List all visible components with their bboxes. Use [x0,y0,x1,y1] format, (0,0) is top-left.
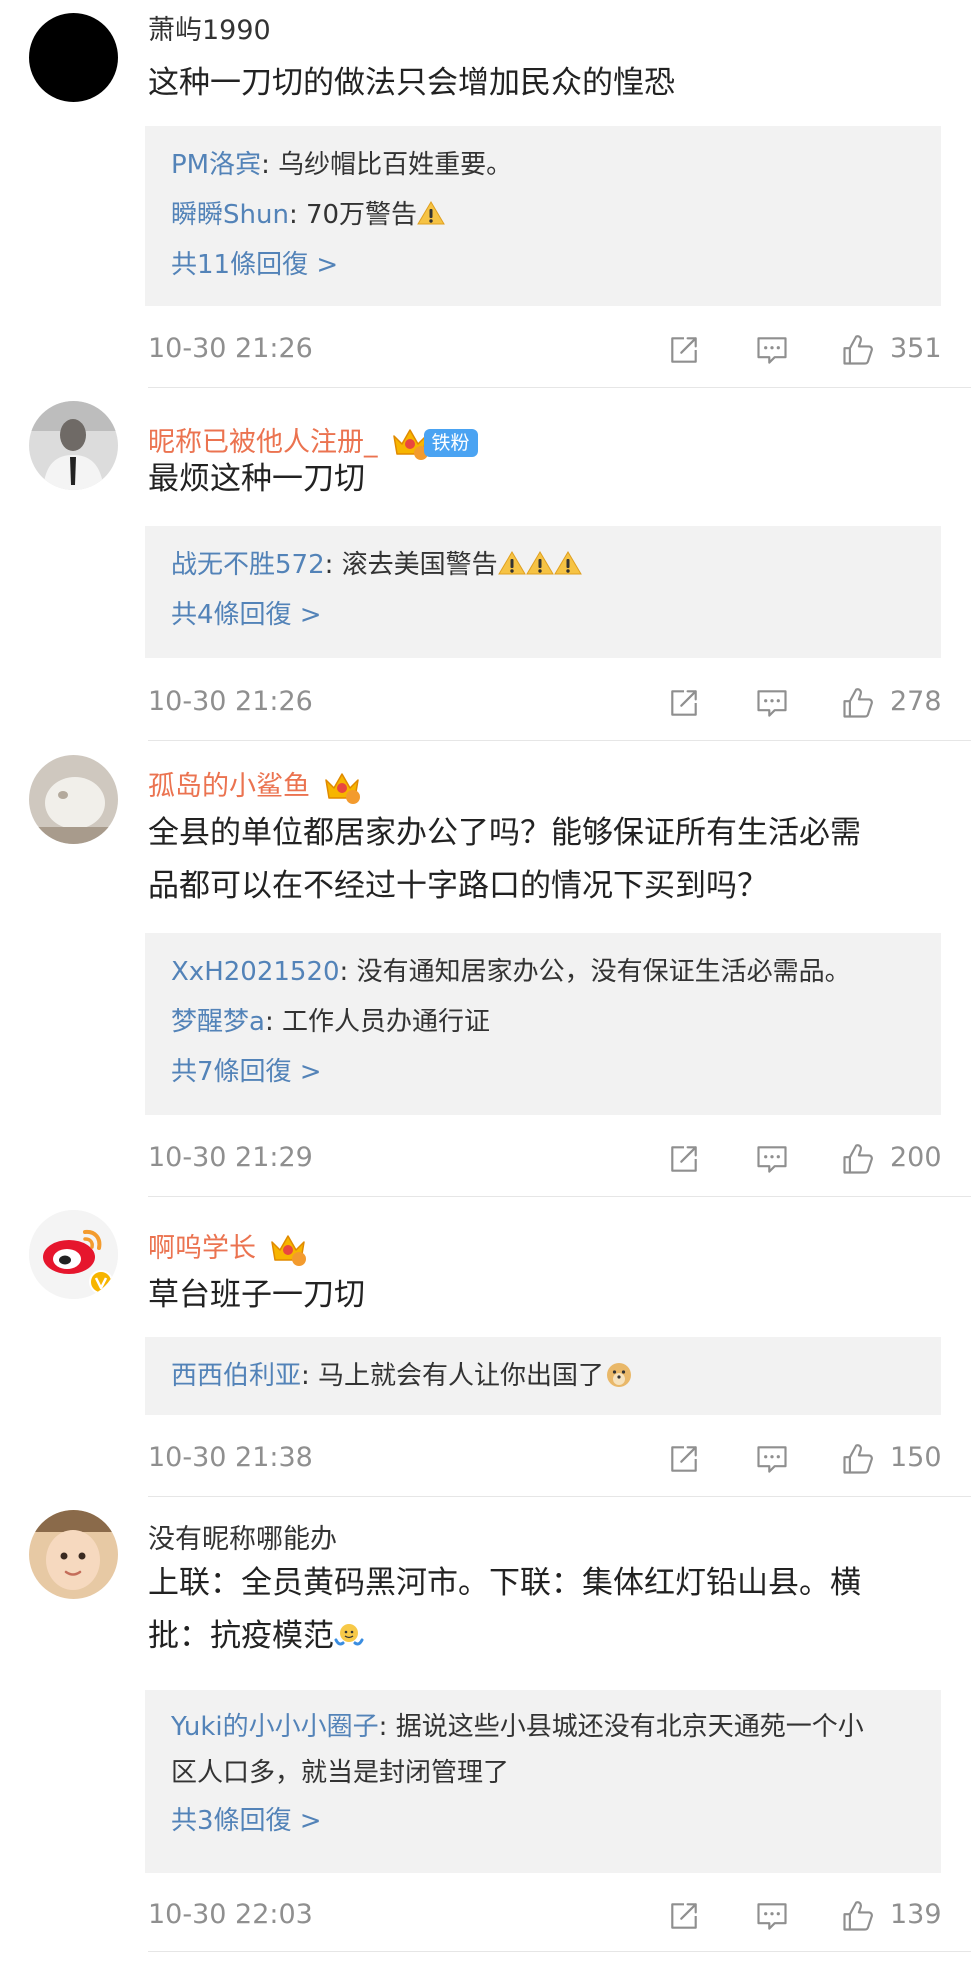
reply-preview[interactable]: 西西伯利亚: 马上就会有人让你出国了 [145,1337,941,1415]
avatar[interactable] [29,1210,118,1299]
like-count: 150 [890,1442,942,1473]
comment-meta: 10-30 21:38 150 [148,1438,942,1478]
reply-line: 战无不胜572: 滚去美国警告 [171,540,915,590]
reply-line: 区人口多，就当是封闭管理了 [171,1758,510,1788]
comment-text-segment: 批：抗疫模范 [148,1618,334,1654]
like-icon[interactable] [838,1141,878,1177]
avatar[interactable] [29,13,118,102]
comment-text: 草台班子一刀切 [148,1277,365,1313]
username[interactable]: 萧屿1990 [148,14,271,48]
comment-text: 上联：全员黄码黑河市。下联：集体红灯铅山县。横 批：抗疫模范 [148,1557,938,1663]
reply-text: : 70万警告 [288,200,418,230]
comment-text-line: 全县的单位都居家办公了吗？能够保证所有生活必需 [148,815,861,851]
reply-username[interactable]: 西西伯利亚 [171,1361,301,1391]
reply-preview[interactable]: PM洛宾: 乌纱帽比百姓重要。 瞬瞬Shun: 70万警告 共11條回復 > [145,126,941,306]
comment-icon[interactable] [752,332,792,368]
like-count: 351 [890,333,942,364]
warning-icon [554,550,582,576]
warning-icon [526,550,554,576]
comment-icon[interactable] [752,1441,792,1477]
comment-icon[interactable] [752,1141,792,1177]
warning-icon [498,550,526,576]
timestamp: 10-30 21:29 [148,1142,313,1173]
comment-author[interactable]: 孤岛的小鲨鱼 [148,768,362,806]
username[interactable]: 啊呜学长 [148,1232,256,1266]
reply-text: : 马上就会有人让你出国了 [301,1361,605,1391]
timestamp: 10-30 21:38 [148,1442,313,1473]
crown-icon [322,768,362,806]
reply-text: : 没有通知居家办公，没有保证生活必需品。 [339,957,851,987]
username[interactable]: 孤岛的小鲨鱼 [148,770,310,804]
comment-meta: 10-30 21:26 351 [148,329,942,369]
crown-icon [268,1230,308,1268]
reply-text: : 据说这些小县城还没有北京天通苑一个小 [378,1712,864,1742]
like-count: 200 [890,1142,942,1173]
timestamp: 10-30 22:03 [148,1899,313,1930]
reply-username[interactable]: XxH2021520 [171,957,340,987]
username[interactable]: 没有昵称哪能办 [148,1523,337,1557]
comment-text: 这种一刀切的做法只会增加民众的惶恐 [148,65,675,101]
comment-icon[interactable] [752,685,792,721]
reply-username[interactable]: 瞬瞬Shun [171,200,289,230]
comment-text-line: 品都可以在不经过十字路口的情况下买到吗？ [148,868,768,904]
like-count: 278 [890,686,942,717]
divider [148,387,971,388]
reply-username[interactable]: PM洛宾 [171,150,261,180]
reply-line: 西西伯利亚: 马上就会有人让你出国了 [171,1351,915,1401]
reply-username[interactable]: 梦醒梦a [171,1007,265,1037]
comment-text: 最烦这种一刀切 [148,461,365,497]
reply-preview[interactable]: XxH2021520: 没有通知居家办公，没有保证生活必需品。 梦醒梦a: 工作… [145,933,941,1115]
reply-text: : 乌纱帽比百姓重要。 [261,150,513,180]
reply-username[interactable]: Yuki的小小小圈子 [171,1712,379,1742]
comment-author[interactable]: 没有昵称哪能办 [148,1523,337,1557]
comment-meta: 10-30 22:03 139 [148,1895,942,1935]
more-replies-link[interactable]: 共4條回復 > [171,590,915,640]
divider [148,1951,971,1952]
comment-author[interactable]: 萧屿1990 [148,14,271,48]
share-icon[interactable] [664,685,704,721]
reply-preview[interactable]: Yuki的小小小圈子: 据说这些小县城还没有北京天通苑一个小 区人口多，就当是封… [145,1690,941,1873]
share-icon[interactable] [664,1898,704,1934]
reply-line: XxH2021520: 没有通知居家办公，没有保证生活必需品。 [171,947,915,997]
like-icon[interactable] [838,332,878,368]
more-replies-link[interactable]: 共11條回復 > [171,240,915,290]
reply-text: : 工作人员办通行证 [264,1007,490,1037]
reply-line: Yuki的小小小圈子: 据说这些小县城还没有北京天通苑一个小 [171,1704,915,1750]
reply-preview[interactable]: 战无不胜572: 滚去美国警告 共4條回復 > [145,526,941,658]
comment-text-line-with-emoji: 批：抗疫模范 [148,1610,938,1663]
comment-text: 全县的单位都居家办公了吗？能够保证所有生活必需 品都可以在不经过十字路口的情况下… [148,807,938,913]
divider [148,1196,971,1197]
avatar[interactable] [29,755,118,844]
more-replies-link[interactable]: 共7條回復 > [171,1047,915,1097]
reply-username[interactable]: 战无不胜572 [171,550,325,580]
comment-icon[interactable] [752,1898,792,1934]
like-icon[interactable] [838,1441,878,1477]
avatar[interactable] [29,1510,118,1599]
reply-line: 梦醒梦a: 工作人员办通行证 [171,997,915,1047]
share-icon[interactable] [664,1441,704,1477]
reply-text: : 滚去美国警告 [324,550,498,580]
timestamp: 10-30 21:26 [148,686,313,717]
divider [148,740,971,741]
share-icon[interactable] [664,332,704,368]
like-icon[interactable] [838,1898,878,1934]
avatar[interactable] [29,401,118,490]
reply-line: 瞬瞬Shun: 70万警告 [171,190,915,240]
share-icon[interactable] [664,1141,704,1177]
like-count: 139 [890,1899,942,1930]
divider [148,1496,971,1497]
comment-meta: 10-30 21:29 200 [148,1138,942,1178]
doge-emoji [607,1363,632,1387]
comment-author[interactable]: 啊呜学长 [148,1230,308,1268]
reply-line: PM洛宾: 乌纱帽比百姓重要。 [171,140,915,190]
comment-meta: 10-30 21:26 278 [148,682,942,722]
comment-text-line: 上联：全员黄码黑河市。下联：集体红灯铅山县。横 [148,1565,861,1601]
like-icon[interactable] [838,685,878,721]
warning-icon [417,200,445,226]
more-replies-link[interactable]: 共3條回復 > [171,1796,915,1846]
timestamp: 10-30 21:26 [148,333,313,364]
shrug-emoji [334,1624,364,1646]
